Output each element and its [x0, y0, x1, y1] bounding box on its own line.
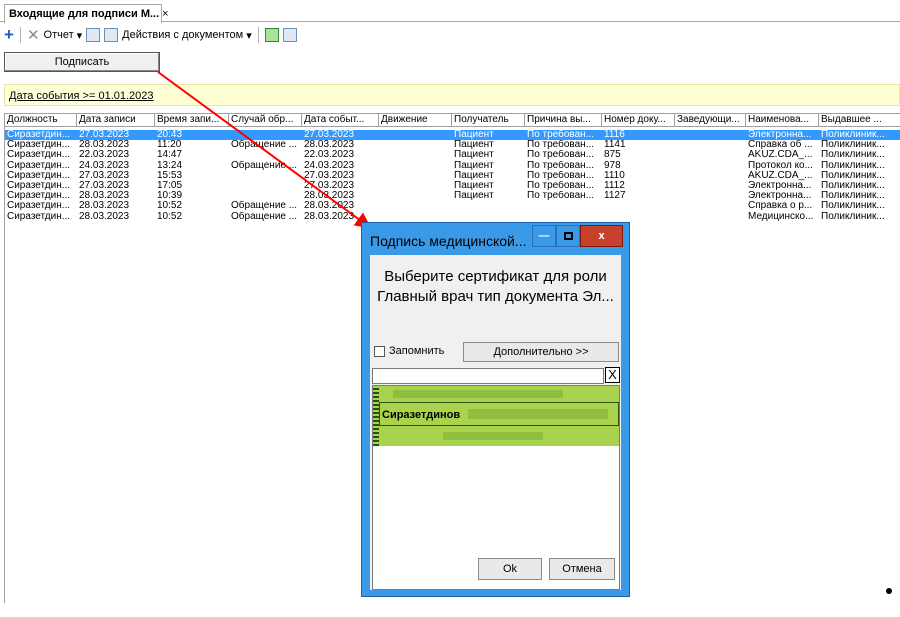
- remember-label: Запомнить: [389, 345, 445, 357]
- certificate-owner: Сиразетдинов: [382, 409, 461, 421]
- more-button[interactable]: Дополнительно >>: [463, 342, 619, 362]
- certificate-search-input[interactable]: [372, 368, 604, 384]
- redacted-text: [468, 409, 608, 419]
- remember-checkbox[interactable]: [374, 345, 385, 357]
- dialog-prompt: Выберите сертификат для роли Главный вра…: [370, 267, 621, 307]
- dialog-title: Подпись медицинской...: [370, 233, 527, 249]
- ok-button[interactable]: Ok: [478, 558, 542, 580]
- redacted-text: [443, 432, 543, 440]
- prompt-line-2: Главный врач тип документа Эл...: [377, 288, 614, 305]
- maximize-button[interactable]: [556, 225, 580, 247]
- prompt-line-1: Выберите сертификат для роли: [384, 268, 607, 285]
- certificate-item[interactable]: Сиразетдинов: [373, 386, 619, 446]
- minimize-button[interactable]: —: [532, 225, 556, 247]
- maximize-icon: [563, 232, 573, 240]
- dialog-body: Выберите сертификат для роли Главный вра…: [370, 255, 621, 590]
- cancel-button[interactable]: Отмена: [549, 558, 615, 580]
- certificate-item-focus: Сиразетдинов: [379, 402, 619, 426]
- redacted-text: [393, 390, 563, 398]
- close-button[interactable]: x: [580, 225, 623, 247]
- remember-row[interactable]: Запомнить: [374, 345, 444, 357]
- clear-search-button[interactable]: X: [605, 367, 620, 383]
- certificate-dialog[interactable]: Подпись медицинской... — x Выберите серт…: [361, 222, 630, 597]
